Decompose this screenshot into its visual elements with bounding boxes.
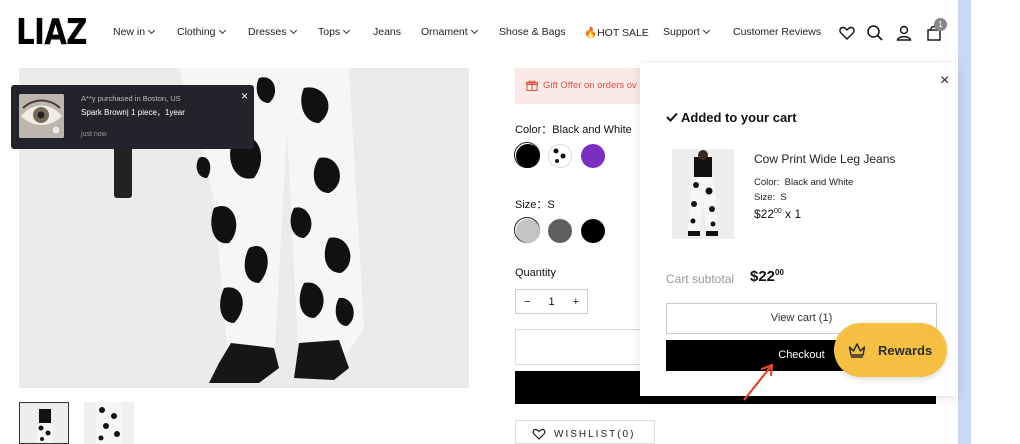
chevron-down-icon xyxy=(470,26,478,35)
eye-lens-image xyxy=(19,94,64,138)
nav-item-clothing[interactable]: Clothing xyxy=(177,26,226,38)
checkmark-icon xyxy=(666,112,678,122)
quantity-value[interactable]: 1 xyxy=(548,296,554,308)
nav-item-customer-reviews[interactable]: Customer Reviews xyxy=(733,26,821,38)
cart-item-image[interactable] xyxy=(672,149,734,239)
cart-item-price: $2200 x 1 xyxy=(754,207,802,221)
chevron-down-icon xyxy=(148,26,156,35)
cart-count-badge: 1 xyxy=(934,18,947,31)
nav-item-hot-sale[interactable]: 🔥HOT SALE xyxy=(584,26,649,39)
color-label: Color：Black and White xyxy=(515,124,632,136)
chevron-down-icon xyxy=(218,26,226,35)
notification-buyer: A**y purchased in Boston, US xyxy=(81,94,181,103)
nav-item-dresses[interactable]: Dresses xyxy=(248,26,297,38)
thumbnail-image xyxy=(84,402,134,444)
annotation-arrow xyxy=(743,363,774,401)
size-label: Size：S xyxy=(515,199,555,211)
rewards-button[interactable]: Rewards xyxy=(834,323,947,377)
cart-item-size: Size: S xyxy=(754,192,787,203)
notification-product: Spark Brown| 1 piece，1year xyxy=(81,108,185,117)
cart-subtotal-value: $2200 xyxy=(750,268,784,285)
heart-icon[interactable] xyxy=(838,24,856,42)
add-to-cart-button[interactable] xyxy=(515,329,645,365)
wishlist-label: WISHLIST(0) xyxy=(554,429,636,440)
size-swatch-light-gray[interactable] xyxy=(516,219,540,243)
nav-item-ornament[interactable]: Ornament xyxy=(421,26,478,38)
notification-close-icon[interactable]: × xyxy=(241,89,248,103)
color-swatch-purple[interactable] xyxy=(581,144,605,168)
jeans-thumbnail xyxy=(672,149,734,239)
close-icon[interactable]: × xyxy=(940,73,949,89)
site-header: LIAZ New in Clothing Dresses Tops Jeans … xyxy=(0,0,958,66)
quantity-stepper: − 1 + xyxy=(515,289,588,314)
nav-item-shoes-bags[interactable]: Shose & Bags xyxy=(499,26,566,38)
chevron-down-icon xyxy=(343,26,351,35)
nav-item-jeans[interactable]: Jeans xyxy=(373,26,401,38)
color-swatch-cow-print[interactable] xyxy=(548,144,572,168)
nav-item-support[interactable]: Support xyxy=(663,26,710,38)
user-icon[interactable] xyxy=(895,24,913,42)
cart-item-color: Color: Black and White xyxy=(754,177,854,188)
window-edge xyxy=(958,0,971,444)
product-thumbnail-1[interactable] xyxy=(19,402,69,444)
quantity-label: Quantity xyxy=(515,267,556,279)
cow-print-pattern xyxy=(553,148,566,163)
cart-item-name[interactable]: Cow Print Wide Leg Jeans xyxy=(754,152,895,166)
wishlist-button[interactable]: WISHLIST(0) xyxy=(515,420,655,444)
gift-offer-banner[interactable]: Gift Offer on orders ov xyxy=(515,68,645,104)
size-swatch-gray[interactable] xyxy=(548,219,572,243)
quantity-minus-button[interactable]: − xyxy=(524,296,530,308)
search-icon[interactable] xyxy=(866,24,884,42)
quantity-plus-button[interactable]: + xyxy=(573,296,579,308)
thumbnail-image xyxy=(20,403,68,443)
cart-subtotal-label: Cart subtotal xyxy=(666,272,735,286)
chevron-down-icon xyxy=(702,26,710,35)
gift-offer-text: Gift Offer on orders ov xyxy=(543,80,637,91)
crown-icon xyxy=(848,343,866,358)
brand-logo[interactable]: LIAZ xyxy=(16,12,88,53)
color-swatch-black[interactable] xyxy=(516,144,540,168)
gift-icon xyxy=(526,80,538,91)
chevron-down-icon xyxy=(289,26,297,35)
notification-time: just now xyxy=(81,131,107,138)
added-to-cart-title: Added to your cart xyxy=(666,110,797,125)
size-swatch-black[interactable] xyxy=(581,219,605,243)
notification-product-image xyxy=(19,94,64,138)
purchase-notification[interactable]: A**y purchased in Boston, US Spark Brown… xyxy=(11,85,254,149)
rewards-label: Rewards xyxy=(878,342,933,358)
product-thumbnail-2[interactable] xyxy=(84,402,134,444)
heart-icon xyxy=(532,428,546,440)
nav-item-tops[interactable]: Tops xyxy=(318,26,351,38)
nav-item-new-in[interactable]: New in xyxy=(113,26,156,38)
